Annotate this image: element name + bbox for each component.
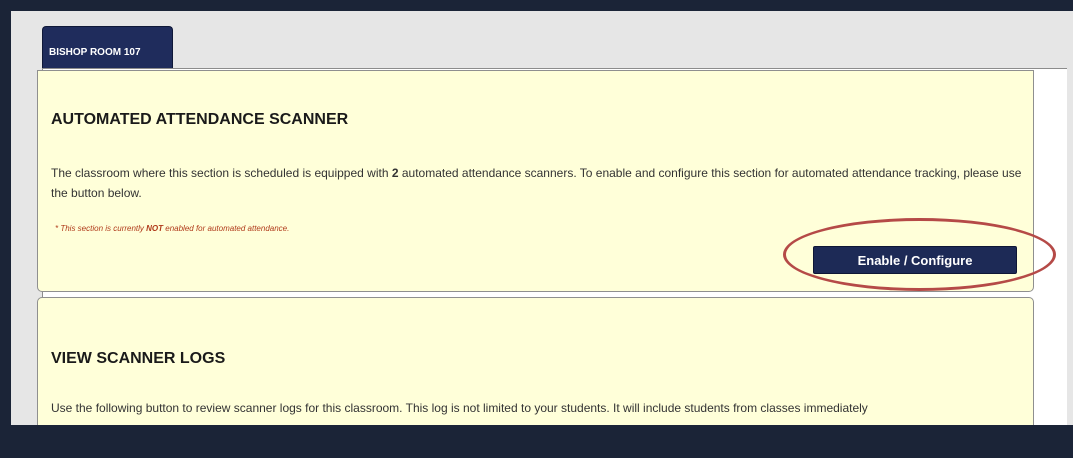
- note-prefix: * This section is currently: [55, 224, 147, 233]
- enable-status-note: * This section is currently NOT enabled …: [55, 224, 289, 233]
- scanner-description-lead: The classroom where this section is sche…: [51, 166, 392, 180]
- logs-card-description: Use the following button to review scann…: [51, 401, 868, 415]
- scanner-count: 2: [391, 166, 399, 180]
- scanner-card-title: AUTOMATED ATTENDANCE SCANNER: [51, 111, 349, 128]
- enable-configure-button[interactable]: Enable / Configure: [813, 246, 1017, 274]
- tab-bishop-room-107[interactable]: BISHOP ROOM 107: [42, 26, 173, 69]
- bottom-dark-band: [0, 425, 1073, 458]
- logs-card-title: VIEW SCANNER LOGS: [51, 350, 226, 367]
- scanner-card-description: The classroom where this section is sche…: [51, 163, 1026, 203]
- note-emphasis: NOT: [146, 224, 164, 233]
- automated-attendance-scanner-card: AUTOMATED ATTENDANCE SCANNER The classro…: [37, 70, 1034, 292]
- note-suffix: enabled for automated attendance.: [163, 224, 290, 233]
- view-scanner-logs-card: VIEW SCANNER LOGS Use the following butt…: [37, 297, 1034, 437]
